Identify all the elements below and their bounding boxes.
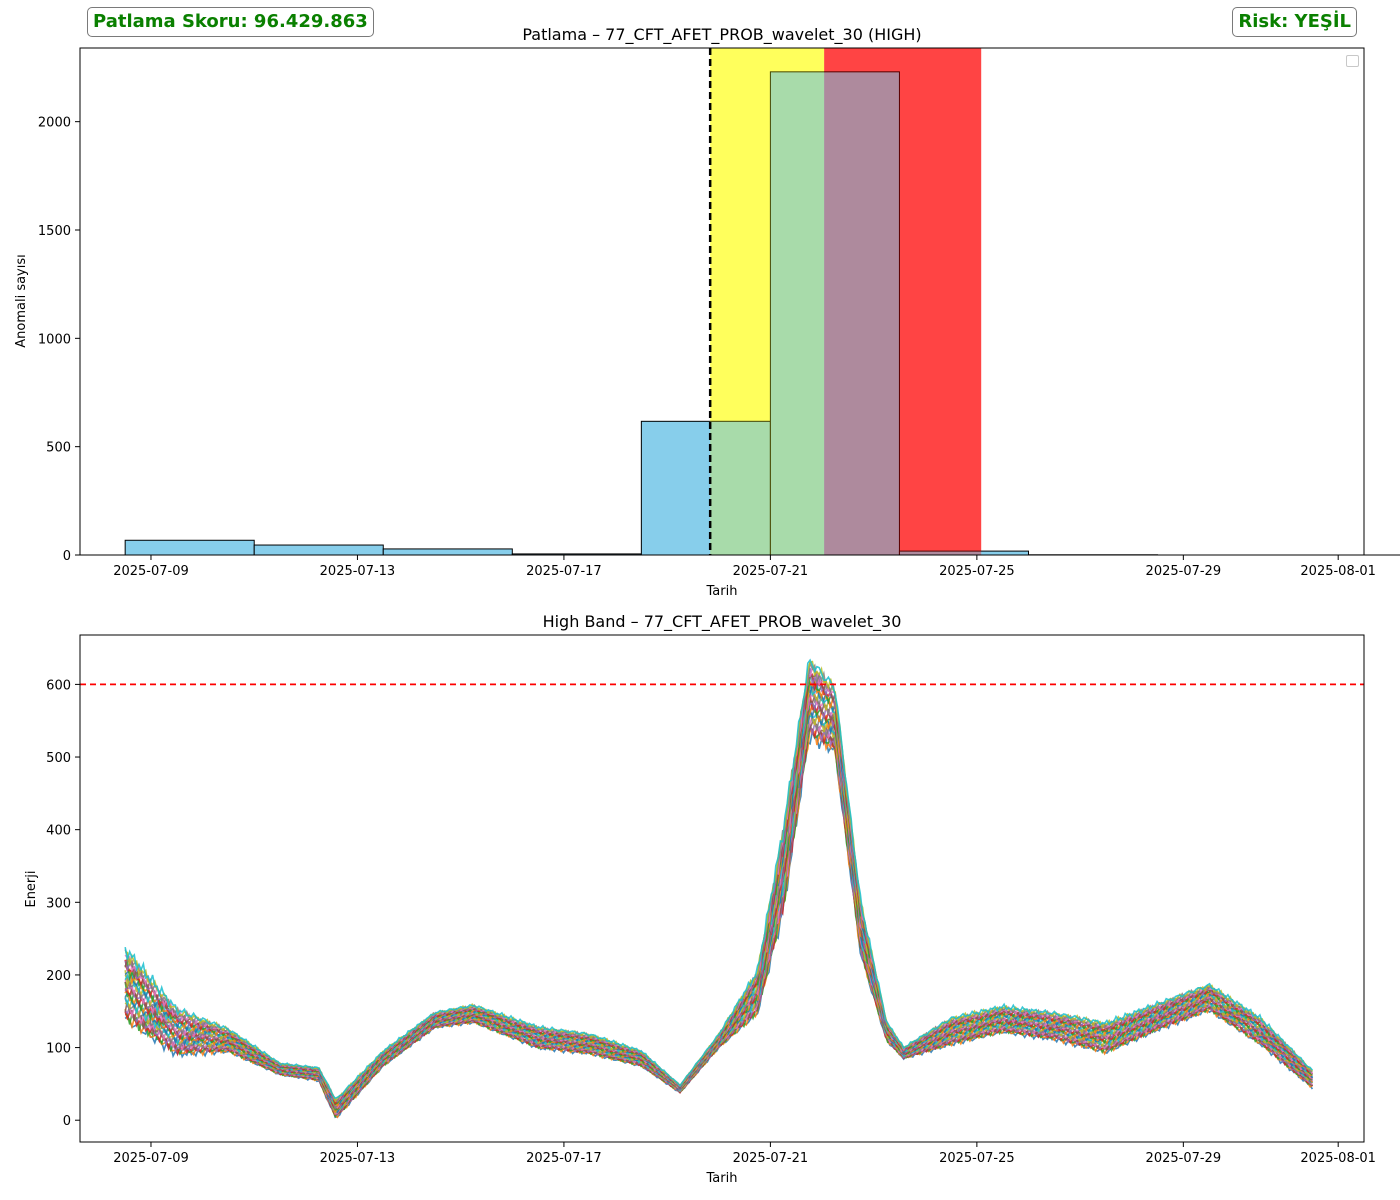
y-axis-ticks-top: 0 500 1000 1500 2000 [38,116,80,564]
energy-series-line [124,723,1313,1118]
legend-box [1346,55,1359,67]
y-tick-label: 500 [46,441,71,456]
histogram-bar [382,548,513,556]
x-tick-label: 2025-07-13 [320,564,396,579]
x-axis-label-top: Tarih [706,584,738,599]
energy-series-line [124,722,1313,1117]
y-tick-label: 1500 [38,224,71,239]
x-tick-label: 2025-07-09 [113,1151,189,1166]
x-tick-label: 2025-07-25 [939,564,1015,579]
y-axis-label-top: Anomali sayısı [14,254,29,348]
energy-series-line [124,725,1313,1119]
x-tick-label: 2025-07-17 [526,564,602,579]
x-axis-label-bottom: Tarih [706,1171,738,1186]
histogram-bar [253,544,384,556]
energy-series-line [124,721,1314,1115]
energy-series-line [124,713,1314,1114]
figure-canvas: 2025-07-09 2025-07-13 2025-07-17 2025-07-21… [14,25,1400,1186]
x-tick-label: 2025-07-21 [733,1151,809,1166]
energy-series-line [124,710,1314,1112]
x-tick-label: 2025-07-29 [1146,564,1222,579]
y-tick-label: 0 [63,549,71,564]
x-axis-ticks-bottom: 2025-07-09 2025-07-13 2025-07-17 2025-07-21… [113,1142,1376,1166]
burst-histogram-chart: 2025-07-09 2025-07-13 2025-07-17 2025-07-21… [14,25,1400,599]
burst-score-badge: Patlama Skoru: 96.429.863 [87,7,374,37]
risk-window-overlay [710,48,982,555]
energy-series-line [124,724,1314,1116]
y-tick-label: 200 [46,969,71,984]
y-tick-label: 0 [63,1114,71,1129]
chart-title-bottom: High Band – 77_CFT_AFET_PROB_wavelet_30 [543,612,902,632]
y-tick-label: 2000 [38,116,71,131]
y-tick-label: 300 [46,896,71,911]
energy-series-line [124,709,1313,1114]
y-tick-label: 500 [46,751,71,766]
y-tick-label: 1000 [38,332,71,347]
x-tick-label: 2025-07-09 [113,564,189,579]
x-axis-ticks-top: 2025-07-09 2025-07-13 2025-07-17 2025-07-21… [113,555,1376,579]
chart-title-top: Patlama – 77_CFT_AFET_PROB_wavelet_30 (H… [522,25,921,45]
x-tick-label: 2025-07-25 [939,1151,1015,1166]
x-tick-label: 2025-07-13 [320,1151,396,1166]
histogram-bar [124,539,255,556]
high-band-line-chart: 2025-07-09 2025-07-13 2025-07-17 2025-07-21… [24,612,1376,1186]
y-tick-label: 600 [46,678,71,693]
y-axis-label-bottom: Enerji [24,870,39,907]
y-axis-ticks-bottom: 0 100 200 300 400 500 600 [46,678,80,1129]
energy-series-line [124,701,1314,1113]
x-tick-label: 2025-08-01 [1300,564,1376,579]
x-tick-label: 2025-07-17 [526,1151,602,1166]
risk-span-overlay [710,48,825,555]
x-tick-label: 2025-07-29 [1146,1151,1222,1166]
energy-series-line [124,705,1313,1114]
x-tick-label: 2025-07-21 [733,564,809,579]
risk-level-badge: Risk: YEŞİL [1232,7,1357,37]
energy-series-lines [124,658,1314,1119]
risk-span-overlay [824,48,982,555]
energy-series-line [124,711,1313,1115]
y-tick-label: 100 [46,1042,71,1057]
energy-series-line [124,730,1314,1119]
y-tick-label: 400 [46,824,71,839]
x-tick-label: 2025-08-01 [1300,1151,1376,1166]
